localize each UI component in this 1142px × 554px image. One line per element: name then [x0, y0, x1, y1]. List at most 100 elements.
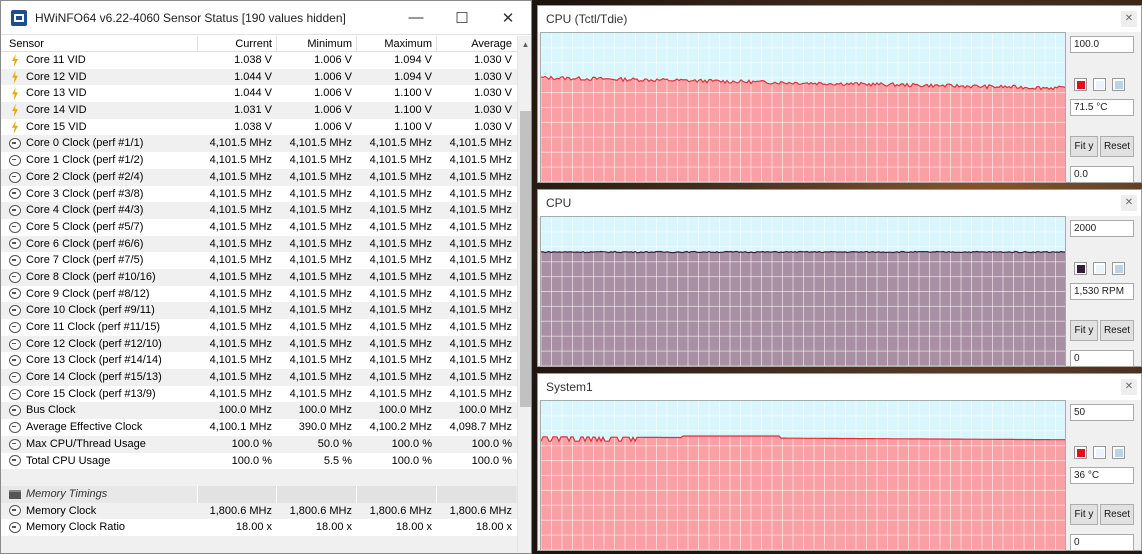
column-current[interactable]: Current — [197, 36, 276, 51]
minimum-value: 50.0 % — [317, 437, 352, 450]
table-row[interactable]: Core 11 VID 1.038 V 1.006 V 1.094 V 1.030 V — [1, 52, 517, 69]
table-row[interactable]: Core 12 VID 1.044 V 1.006 V 1.094 V 1.030 V — [1, 68, 517, 86]
table-row[interactable]: Core 5 Clock (perf #5/7) 4,101.5 MHz 4,101… — [1, 219, 517, 236]
maximum-value: 4,101.5 MHz — [369, 204, 432, 217]
sensor-name: Core 0 Clock (perf #1/1) — [9, 135, 197, 152]
average-value: 1.030 V — [474, 104, 512, 117]
graph-buttons: Fit y Reset — [1070, 136, 1134, 157]
column-minimum[interactable]: Minimum — [276, 36, 356, 51]
gauge-icon — [9, 154, 21, 166]
fill-color-swatch[interactable] — [1093, 262, 1106, 275]
sensor-label: Core 13 VID — [26, 87, 87, 100]
graph-title-bar[interactable]: System1 ✕ — [538, 374, 1141, 400]
graph-title-bar[interactable]: CPU ✕ — [538, 190, 1141, 216]
table-row[interactable]: Core 7 Clock (perf #7/5) 4,101.5 MHz 4,101… — [1, 252, 517, 269]
sensor-label: Core 5 Clock (perf #5/7) — [26, 220, 144, 233]
table-row[interactable]: Core 3 Clock (perf #3/8) 4,101.5 MHz 4,101… — [1, 186, 517, 203]
color-swatches — [1074, 262, 1125, 275]
table-row[interactable]: Core 12 Clock (perf #12/10) 4,101.5 MHz 4,… — [1, 335, 517, 353]
graph-max-value[interactable]: 2000 — [1070, 220, 1134, 237]
title-bar[interactable]: HWiNFO64 v6.22-4060 Sensor Status [190 v… — [1, 1, 531, 35]
line-color-swatch[interactable] — [1074, 446, 1087, 459]
section-header[interactable]: Memory Timings — [1, 485, 517, 503]
table-row[interactable]: Core 0 Clock (perf #1/1) 4,101.5 MHz 4,101… — [1, 135, 517, 153]
fit-y-button[interactable]: Fit y — [1070, 504, 1098, 525]
scroll-up-icon[interactable]: ▲ — [518, 36, 531, 53]
table-row[interactable]: Average Effective Clock 4,100.1 MHz 390.0 … — [1, 419, 517, 436]
gauge-icon — [9, 255, 21, 267]
table-row[interactable]: Bus Clock 100.0 MHz 100.0 MHz 100.0 MHz 100.… — [1, 402, 517, 420]
graph-max-value[interactable]: 100.0 — [1070, 36, 1134, 53]
table-row[interactable]: Core 14 Clock (perf #15/13) 4,101.5 MHz 4,… — [1, 369, 517, 386]
maximum-value: 18.00 x — [395, 521, 432, 534]
column-average[interactable]: Average — [436, 36, 516, 51]
table-row[interactable]: Max CPU/Thread Usage 100.0 % 50.0 % 100.0 %… — [1, 435, 517, 453]
gauge-icon — [9, 438, 21, 450]
table-row[interactable]: Core 10 Clock (perf #9/11) 4,101.5 MHz 4,1… — [1, 302, 517, 319]
table-row[interactable]: Core 13 Clock (perf #14/14) 4,101.5 MHz 4,… — [1, 352, 517, 369]
table-row — [1, 469, 517, 486]
sensor-name — [9, 469, 197, 486]
minimum-value: 1.006 V — [314, 104, 352, 117]
table-row[interactable]: Core 1 Clock (perf #1/2) 4,101.5 MHz 4,101… — [1, 152, 517, 169]
minimum-value: 4,101.5 MHz — [289, 170, 352, 183]
bg-color-swatch[interactable] — [1112, 446, 1125, 459]
table-row[interactable]: Memory Clock Ratio 18.00 x 18.00 x 18.00 x 1… — [1, 519, 517, 536]
table-row[interactable]: Core 15 VID 1.038 V 1.006 V 1.100 V 1.030 V — [1, 119, 517, 136]
graph-close-icon[interactable]: ✕ — [1121, 11, 1137, 27]
current-value: 4,101.5 MHz — [209, 337, 272, 350]
table-row[interactable]: Core 6 Clock (perf #6/6) 4,101.5 MHz 4,101… — [1, 235, 517, 253]
line-color-swatch[interactable] — [1074, 262, 1087, 275]
voltage-icon — [12, 70, 18, 84]
gauge-icon — [9, 221, 21, 233]
table-row[interactable]: Core 11 Clock (perf #11/15) 4,101.5 MHz 4,… — [1, 319, 517, 336]
table-row[interactable]: Core 4 Clock (perf #4/3) 4,101.5 MHz 4,101… — [1, 202, 517, 219]
column-sensor[interactable]: Sensor — [9, 36, 197, 51]
bg-color-swatch[interactable] — [1112, 262, 1125, 275]
average-value: 4,101.5 MHz — [449, 287, 512, 300]
memory-chip-icon — [9, 489, 21, 499]
maximum-value: 4,101.5 MHz — [369, 270, 432, 283]
current-value: 100.0 MHz — [218, 404, 272, 417]
graph-close-icon[interactable]: ✕ — [1121, 195, 1137, 211]
fill-color-swatch[interactable] — [1093, 78, 1106, 91]
sensor-name: Memory Clock — [9, 503, 197, 520]
table-row[interactable]: Core 13 VID 1.044 V 1.006 V 1.100 V 1.030 V — [1, 85, 517, 102]
table-row[interactable]: Core 14 VID 1.031 V 1.006 V 1.100 V 1.030 V — [1, 102, 517, 119]
sensor-label: Core 7 Clock (perf #7/5) — [26, 254, 144, 267]
graph-buttons: Fit y Reset — [1070, 320, 1134, 341]
vertical-scrollbar[interactable]: ▲ — [517, 36, 531, 553]
column-maximum[interactable]: Maximum — [356, 36, 436, 51]
fit-y-button[interactable]: Fit y — [1070, 136, 1098, 157]
minimize-button[interactable]: — — [393, 1, 439, 35]
minimum-value: 4,101.5 MHz — [289, 287, 352, 300]
graph-close-icon[interactable]: ✕ — [1121, 379, 1137, 395]
graph-title-bar[interactable]: CPU (Tctl/Tdie) ✕ — [538, 6, 1141, 32]
scrollbar-thumb[interactable] — [520, 111, 531, 407]
minimum-value: 4,101.5 MHz — [289, 220, 352, 233]
table-row[interactable]: Core 8 Clock (perf #10/16) 4,101.5 MHz 4,1… — [1, 268, 517, 286]
graph-svg — [541, 401, 1065, 550]
graph-controls: 2000 1,530 RPM Fit y Reset 0 — [1070, 216, 1140, 368]
graph-min-value[interactable]: 0 — [1070, 534, 1134, 551]
line-color-swatch[interactable] — [1074, 78, 1087, 91]
graph-max-value[interactable]: 50 — [1070, 404, 1134, 421]
minimum-value: 4,101.5 MHz — [289, 337, 352, 350]
fit-y-button[interactable]: Fit y — [1070, 320, 1098, 341]
fill-color-swatch[interactable] — [1093, 446, 1106, 459]
close-button[interactable]: ✕ — [485, 1, 531, 35]
graph-min-value[interactable]: 0.0 — [1070, 166, 1134, 183]
reset-button[interactable]: Reset — [1100, 136, 1134, 157]
current-value — [197, 536, 276, 553]
table-row[interactable]: Total CPU Usage 100.0 % 5.5 % 100.0 % 100.0 … — [1, 453, 517, 470]
gauge-icon — [9, 171, 21, 183]
table-row[interactable]: Core 9 Clock (perf #8/12) 4,101.5 MHz 4,10… — [1, 286, 517, 303]
table-row[interactable]: Core 15 Clock (perf #13/9) 4,101.5 MHz 4,1… — [1, 386, 517, 403]
graph-min-value[interactable]: 0 — [1070, 350, 1134, 367]
reset-button[interactable]: Reset — [1100, 320, 1134, 341]
bg-color-swatch[interactable] — [1112, 78, 1125, 91]
table-row[interactable]: Memory Clock 1,800.6 MHz 1,800.6 MHz 1,800.… — [1, 502, 517, 520]
maximize-button[interactable]: ☐ — [439, 1, 485, 35]
reset-button[interactable]: Reset — [1100, 504, 1134, 525]
table-row[interactable]: Core 2 Clock (perf #2/4) 4,101.5 MHz 4,101… — [1, 168, 517, 186]
